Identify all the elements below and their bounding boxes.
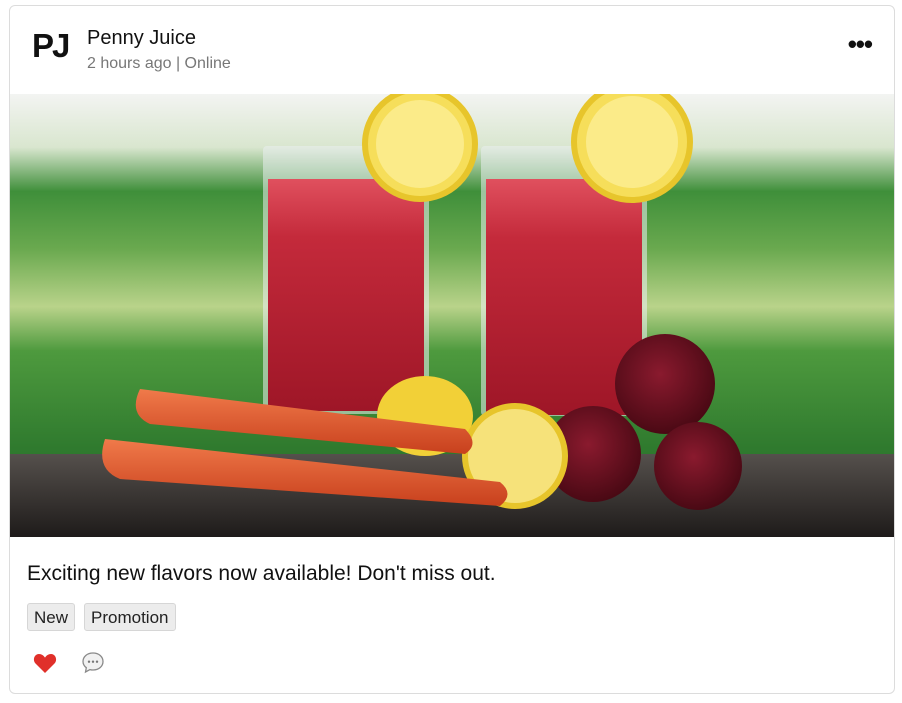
post-card: PJ Penny Juice 2 hours ago | Online ••• (9, 5, 895, 694)
post-meta: 2 hours ago | Online (87, 55, 231, 72)
author-name[interactable]: Penny Juice (87, 26, 196, 50)
tag-promotion[interactable]: Promotion (84, 603, 176, 631)
tag-list: New Promotion (27, 603, 176, 631)
brand-logo[interactable]: PJ (32, 28, 70, 64)
comment-icon[interactable] (80, 650, 106, 676)
heart-icon[interactable] (32, 650, 58, 676)
post-caption: Exciting new flavors now available! Don'… (27, 562, 496, 585)
post-header: PJ Penny Juice 2 hours ago | Online ••• (10, 6, 894, 94)
post-image (10, 94, 894, 537)
more-options-icon[interactable]: ••• (848, 31, 873, 57)
post-actions (32, 650, 106, 676)
tag-new[interactable]: New (27, 603, 76, 631)
